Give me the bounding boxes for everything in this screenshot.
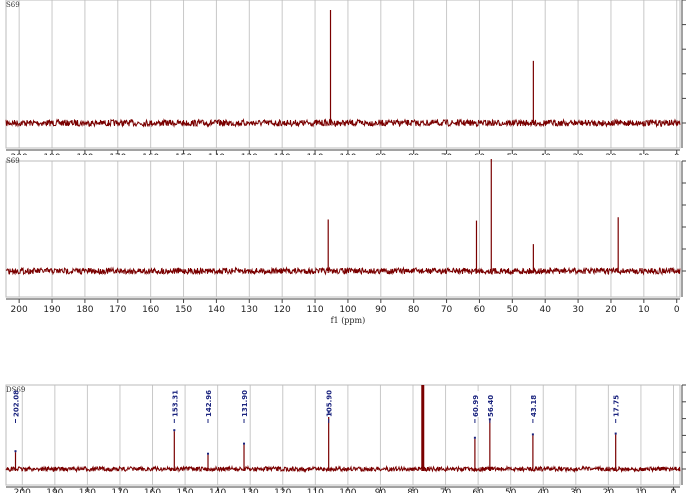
peak-label: 131.90 <box>241 390 249 417</box>
panel-label: S69 <box>6 157 20 165</box>
x-tick-label: 200 <box>14 488 31 493</box>
peak-label-group: 153.31 <box>170 390 179 432</box>
x-tick-label: 100 <box>339 488 356 493</box>
x-tick-label: 0 <box>674 305 680 315</box>
peak-label-group: 142.96 <box>204 390 213 455</box>
x-tick-label: 30 <box>570 488 582 493</box>
x-tick-label: 90 <box>375 488 387 493</box>
peak-label: 56.40 <box>487 395 495 417</box>
x-tick-label: 160 <box>142 305 159 315</box>
spectrum-panel-3: 200 190 180 170 160 150 140 130 120 110 100 90 80 70 6… <box>0 383 688 493</box>
spectrum-panel-2: 200 190 180 170 160 150 140 130 120 110 100 90 80 70 6… <box>0 155 688 383</box>
x-tick-label: 60 <box>472 488 484 493</box>
peak-label: 202.08 <box>13 390 21 417</box>
x-tick-label: 140 <box>208 305 225 315</box>
peak-label-group: 56.40 <box>485 391 495 423</box>
peak-label-group: 17.75 <box>611 391 621 435</box>
x-tick-label: 160 <box>144 488 161 493</box>
x-tick-label: 80 <box>407 488 419 493</box>
x-tick-label: 150 <box>175 305 192 315</box>
x-axis-title: f1 (ppm) <box>331 316 366 325</box>
x-tick-label: 110 <box>306 305 323 315</box>
x-tick-label: 40 <box>538 488 550 493</box>
peak-label-group: 202.08 <box>11 390 21 453</box>
nmr-spectrum-1: 2001901801701601501401301201101009080706… <box>5 0 686 172</box>
x-tick-label: 190 <box>43 305 60 315</box>
x-tick-label: 110 <box>307 488 324 493</box>
x-tick-label: 0 <box>671 488 677 493</box>
x-tick-label: 10 <box>635 488 647 493</box>
x-tick-label: 50 <box>507 305 519 315</box>
x-tick-label: 70 <box>440 488 452 493</box>
peak-label: 153.31 <box>171 390 179 417</box>
x-tick-label: 80 <box>408 305 420 315</box>
peak-label: 60.99 <box>472 395 480 417</box>
nmr-spectrum-3: 200 190 180 170 160 150 140 130 120 110 100 90 80 70 6… <box>5 384 686 493</box>
x-tick-label: 90 <box>375 305 387 315</box>
panel-label: S69 <box>6 1 20 9</box>
x-tick-label: 60 <box>474 305 486 315</box>
x-tick-label: 120 <box>274 488 291 493</box>
peak-label: 43.18 <box>530 395 538 417</box>
peak-label-group: 43.18 <box>528 391 538 436</box>
x-tick-label: 30 <box>572 305 584 315</box>
peak-label-group: 131.90 <box>240 390 249 445</box>
x-tick-label: 20 <box>603 488 615 493</box>
x-tick-label: 180 <box>76 305 93 315</box>
x-tick-label: 190 <box>46 488 63 493</box>
spectrum-panel-1: 2001901801701601501401301201101009080706… <box>0 0 688 172</box>
x-tick-label: 170 <box>109 305 126 315</box>
x-tick-label: 140 <box>209 488 226 493</box>
x-tick-label: 20 <box>605 305 617 315</box>
x-tick-label: 10 <box>638 305 650 315</box>
x-tick-label: 130 <box>241 305 258 315</box>
x-tick-label: 100 <box>339 305 356 315</box>
x-tick-label: 200 <box>11 305 28 315</box>
x-tick-label: 50 <box>505 488 517 493</box>
x-tick-label: 120 <box>274 305 291 315</box>
plot-frame <box>5 160 681 298</box>
spectrum-baseline <box>5 118 681 128</box>
x-tick-label: 70 <box>441 305 453 315</box>
spectrum-baseline <box>5 266 681 276</box>
x-tick-label: 130 <box>242 488 259 493</box>
x-tick-label: 150 <box>176 488 193 493</box>
peak-label: 142.96 <box>205 390 213 417</box>
x-tick-label: 40 <box>539 305 551 315</box>
x-tick-label: 170 <box>111 488 128 493</box>
x-tick-label: 180 <box>79 488 96 493</box>
peak-label: 17.75 <box>613 395 621 417</box>
spectrum-baseline <box>5 464 681 474</box>
nmr-spectrum-2: 200 190 180 170 160 150 140 130 120 110 100 90 80 70 6… <box>5 157 686 325</box>
